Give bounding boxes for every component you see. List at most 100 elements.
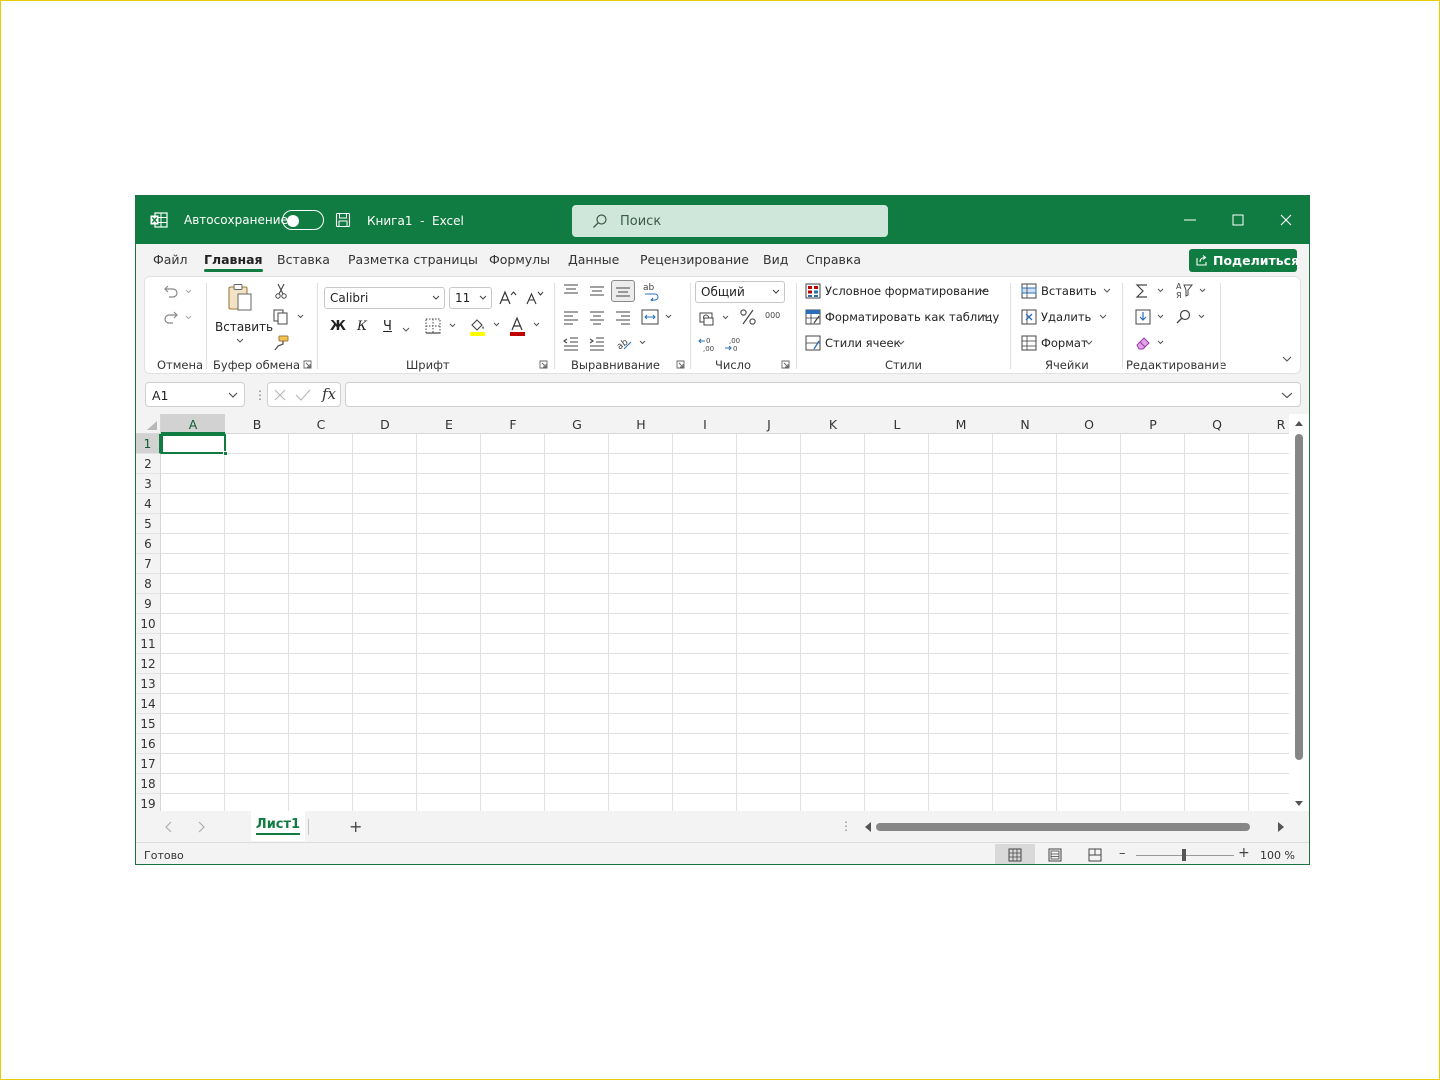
minimize-button[interactable] [1178, 208, 1202, 232]
column-header-q[interactable]: Q [1185, 414, 1250, 434]
active-cell[interactable] [161, 434, 226, 454]
number-format-dropdown[interactable]: Общий [695, 281, 785, 303]
copy-icon[interactable] [272, 308, 306, 326]
autosave-toggle[interactable] [282, 210, 324, 230]
increase-indent-icon[interactable] [588, 335, 606, 351]
row-header-2[interactable]: 2 [136, 454, 161, 474]
cut-icon[interactable] [272, 282, 290, 300]
zoom-in-button[interactable]: + [1238, 845, 1250, 861]
column-header-c[interactable]: C [289, 414, 354, 434]
row-header-14[interactable]: 14 [136, 694, 161, 714]
paste-label[interactable]: Вставить [215, 320, 273, 334]
sort-filter-icon[interactable]: А Я [1175, 281, 1211, 301]
decrease-font-icon[interactable] [525, 289, 545, 307]
italic-button[interactable]: К [357, 319, 367, 334]
tab-insert[interactable]: Вставка [277, 252, 330, 267]
alignment-launcher-icon[interactable] [676, 360, 685, 369]
scroll-left-icon[interactable] [863, 821, 873, 833]
zoom-level[interactable]: 100 % [1260, 849, 1295, 862]
share-button[interactable]: Поделиться [1189, 249, 1299, 272]
column-header-h[interactable]: H [609, 414, 674, 434]
percent-icon[interactable] [739, 308, 757, 326]
align-top-icon[interactable] [562, 283, 580, 299]
zoom-slider-thumb[interactable] [1182, 849, 1186, 861]
fill-handle[interactable] [223, 451, 228, 456]
row-header-8[interactable]: 8 [136, 574, 161, 594]
column-header-g[interactable]: G [545, 414, 610, 434]
scroll-right-icon[interactable] [1276, 821, 1286, 833]
align-right-icon[interactable] [614, 309, 632, 325]
worksheet-grid[interactable]: ABCDEFGHIJKLMNOPQR 1 2 3 4 5 6 7 8 9 10 11 12 13 14 15… [136, 414, 1289, 811]
next-sheet-icon[interactable] [194, 820, 208, 834]
ribbon-collapse-icon[interactable] [1281, 354, 1293, 364]
font-color-icon[interactable] [508, 315, 544, 337]
name-box[interactable]: A1 [145, 382, 245, 407]
accounting-format-icon[interactable] [698, 309, 734, 327]
column-header-o[interactable]: O [1057, 414, 1122, 434]
align-center-icon[interactable] [588, 309, 606, 325]
format-painter-icon[interactable] [272, 334, 290, 352]
prev-sheet-icon[interactable] [162, 820, 176, 834]
row-header-12[interactable]: 12 [136, 654, 161, 674]
wrap-text-icon[interactable]: ab [642, 281, 660, 301]
paste-icon[interactable] [225, 282, 255, 312]
vertical-scroll-thumb[interactable] [1295, 434, 1303, 760]
column-header-d[interactable]: D [353, 414, 418, 434]
bold-button[interactable]: Ж [330, 319, 346, 334]
row-header-13[interactable]: 13 [136, 674, 161, 694]
close-button[interactable] [1274, 208, 1298, 232]
redo-icon[interactable] [161, 309, 201, 325]
decrease-decimal-icon[interactable]: ,00 0 [724, 335, 744, 353]
normal-view-button[interactable] [995, 844, 1035, 864]
scroll-down-icon[interactable] [1294, 800, 1304, 808]
tab-page-layout[interactable]: Разметка страницы [348, 252, 478, 267]
row-header-4[interactable]: 4 [136, 494, 161, 514]
number-launcher-icon[interactable] [781, 360, 790, 369]
column-header-a[interactable]: A [161, 414, 226, 434]
row-header-15[interactable]: 15 [136, 714, 161, 734]
delete-cells-button[interactable]: Удалить [1021, 308, 1116, 326]
zoom-out-button[interactable]: – [1119, 846, 1126, 861]
decrease-indent-icon[interactable] [562, 335, 580, 351]
select-all-button[interactable] [136, 414, 161, 434]
column-header-m[interactable]: M [929, 414, 994, 434]
search-box[interactable]: Поиск [572, 205, 888, 237]
row-header-3[interactable]: 3 [136, 474, 161, 494]
increase-font-icon[interactable] [498, 289, 518, 307]
row-header-18[interactable]: 18 [136, 774, 161, 794]
column-header-b[interactable]: B [225, 414, 290, 434]
align-left-icon[interactable] [562, 309, 580, 325]
row-header-7[interactable]: 7 [136, 554, 161, 574]
column-header-j[interactable]: J [737, 414, 802, 434]
cancel-icon[interactable] [273, 388, 287, 402]
row-header-10[interactable]: 10 [136, 614, 161, 634]
row-header-5[interactable]: 5 [136, 514, 161, 534]
row-header-6[interactable]: 6 [136, 534, 161, 554]
tab-file[interactable]: Файл [153, 252, 188, 267]
column-header-k[interactable]: K [801, 414, 866, 434]
clipboard-launcher-icon[interactable] [303, 360, 312, 369]
page-layout-view-button[interactable] [1035, 844, 1075, 864]
tab-formulas[interactable]: Формулы [489, 252, 550, 267]
undo-icon[interactable] [161, 283, 201, 299]
cell-styles-button[interactable]: Стили ячеек [805, 334, 915, 352]
align-middle-icon[interactable] [588, 283, 606, 299]
maximize-button[interactable] [1226, 208, 1250, 232]
tab-home[interactable]: Главная [204, 252, 263, 272]
page-break-view-button[interactable] [1075, 844, 1115, 864]
fill-icon[interactable] [1134, 308, 1170, 326]
row-header-9[interactable]: 9 [136, 594, 161, 614]
row-header-1[interactable]: 1 [136, 434, 161, 454]
underline-button[interactable]: Ч [383, 319, 392, 334]
column-header-i[interactable]: I [673, 414, 738, 434]
tab-data[interactable]: Данные [568, 252, 619, 267]
find-select-icon[interactable] [1175, 308, 1211, 326]
increase-decimal-icon[interactable]: 0 ,00 [698, 335, 718, 353]
formula-input[interactable] [345, 382, 1301, 407]
row-header-19[interactable]: 19 [136, 794, 161, 811]
insert-function-button[interactable]: fx [322, 385, 336, 403]
horizontal-scroll-thumb[interactable] [876, 823, 1250, 831]
font-size-dropdown[interactable]: 11 [449, 287, 492, 309]
tab-view[interactable]: Вид [763, 252, 788, 267]
font-launcher-icon[interactable] [539, 360, 548, 369]
